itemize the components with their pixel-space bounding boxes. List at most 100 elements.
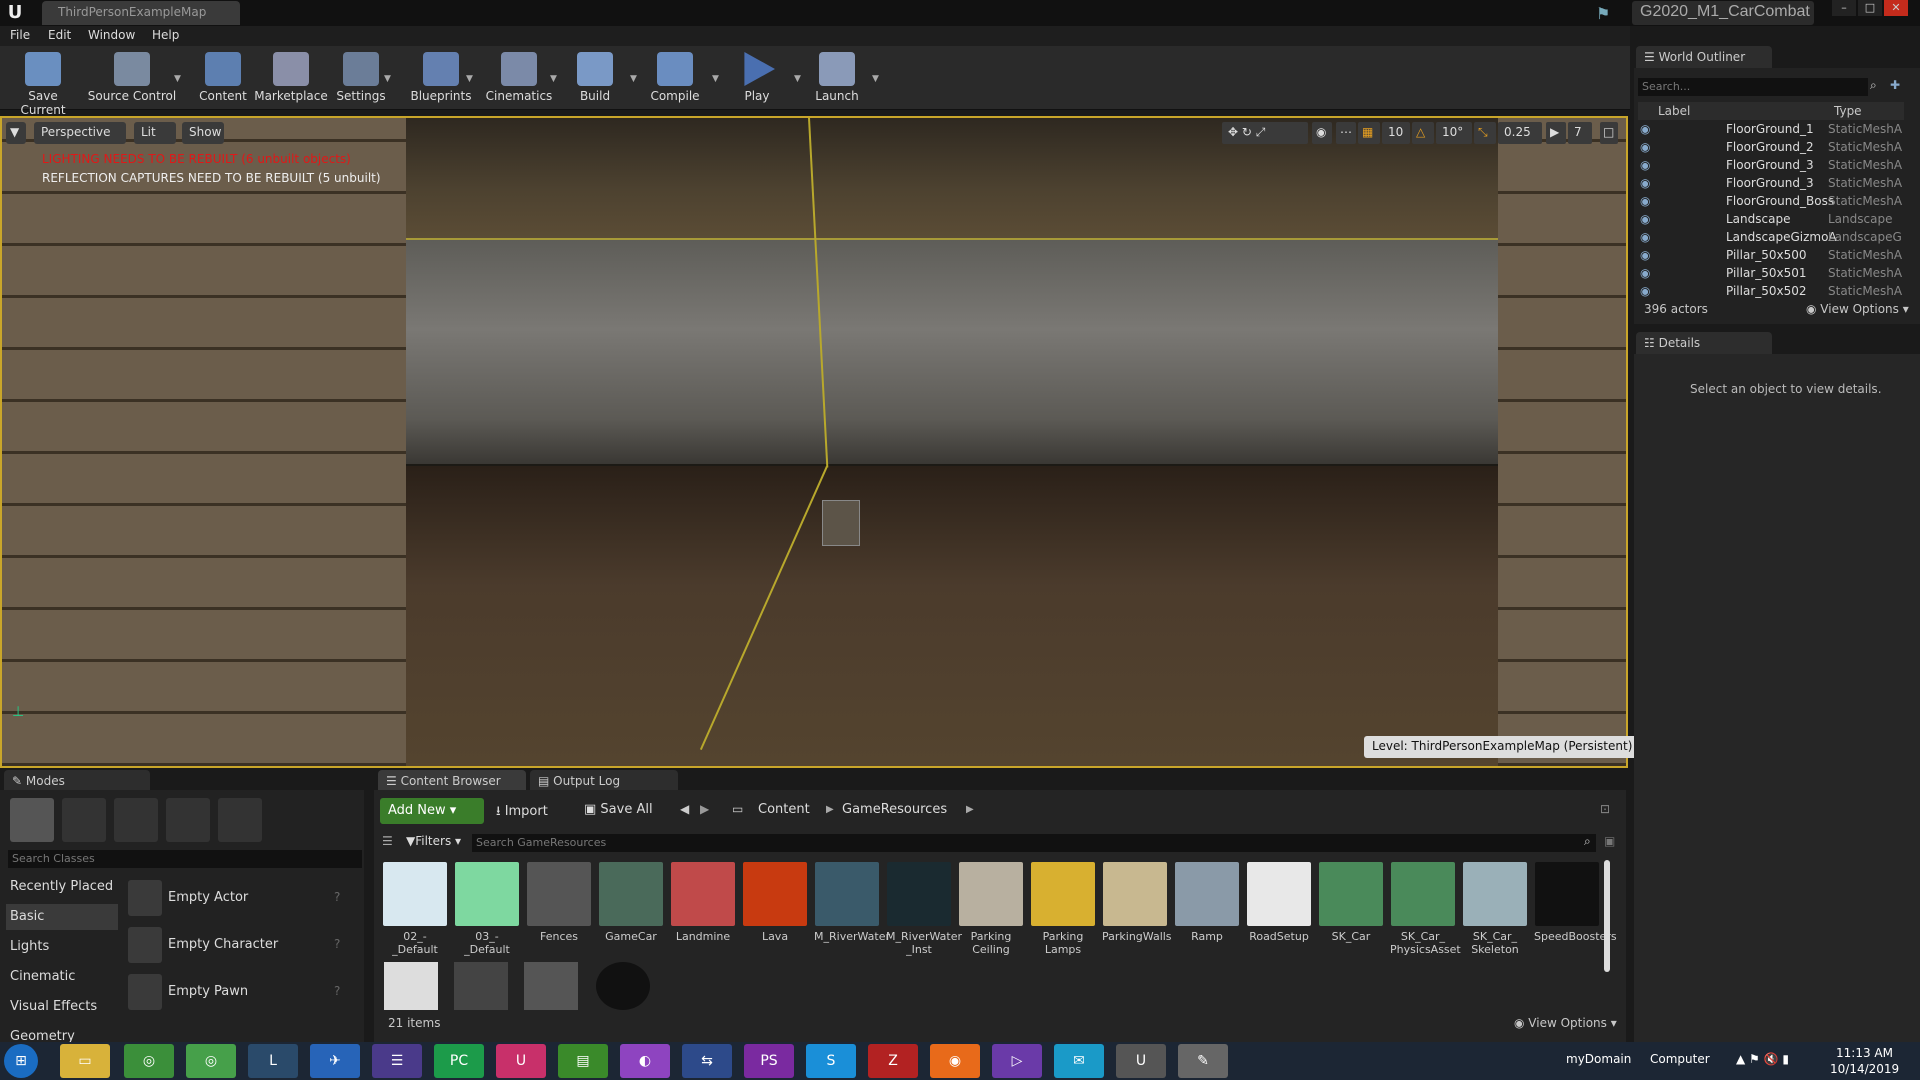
- play-button[interactable]: Play: [730, 46, 784, 110]
- explorer-icon[interactable]: ▭: [60, 1044, 110, 1078]
- add-filter-icon[interactable]: ✚: [1890, 78, 1900, 92]
- asset-tile[interactable]: Ramp: [1174, 862, 1240, 943]
- asset-tile[interactable]: SpeedBoosters: [1534, 862, 1617, 943]
- sources-toggle-icon[interactable]: ☰: [382, 834, 393, 848]
- taskbar-date[interactable]: 10/14/2019: [1830, 1062, 1899, 1076]
- paint-mode-icon[interactable]: [62, 798, 106, 842]
- lock-icon[interactable]: ⊡: [1600, 802, 1610, 816]
- world-icon[interactable]: ◉: [1312, 122, 1332, 144]
- save-all-button[interactable]: ▣ Save All: [584, 802, 653, 817]
- path-content[interactable]: Content: [758, 802, 810, 817]
- asset-tile[interactable]: RoadSetup: [1246, 862, 1312, 943]
- save-current-button[interactable]: Save Current: [4, 46, 82, 117]
- col-type[interactable]: Type: [1834, 104, 1862, 118]
- place-mode-icon[interactable]: [10, 798, 54, 842]
- eye-icon[interactable]: ◉: [1640, 194, 1650, 208]
- app-icon[interactable]: ⇆: [682, 1044, 732, 1078]
- app-icon[interactable]: ✎: [1178, 1044, 1228, 1078]
- asset-tile[interactable]: GameCar: [598, 862, 664, 943]
- tab-world-outliner[interactable]: ☰ World Outliner: [1636, 46, 1772, 68]
- asset-tile[interactable]: SK_Car_ PhysicsAsset: [1390, 862, 1461, 956]
- compile-dropdown[interactable]: ▼: [712, 74, 719, 84]
- outliner-view-options[interactable]: ◉ View Options ▾: [1806, 302, 1909, 316]
- play-dropdown[interactable]: ▼: [794, 74, 801, 84]
- menu-file[interactable]: File: [10, 28, 30, 42]
- cinematics-dropdown[interactable]: ▼: [550, 74, 557, 84]
- asset-tile[interactable]: 03_-_Default: [454, 862, 520, 956]
- compile-button[interactable]: Compile: [644, 46, 706, 110]
- content-button[interactable]: Content: [192, 46, 254, 110]
- search-classes-input[interactable]: Search Classes: [8, 850, 362, 868]
- asset-scrollbar[interactable]: [1604, 860, 1610, 972]
- outliner-row[interactable]: ◉ Pillar_50x500 StaticMeshA: [1640, 248, 1910, 266]
- asset-thumbnail[interactable]: [596, 962, 650, 1010]
- tab-content-browser[interactable]: ☰ Content Browser: [378, 770, 526, 792]
- rotation-snap-icon[interactable]: △: [1412, 122, 1434, 144]
- menu-edit[interactable]: Edit: [48, 28, 71, 42]
- camera-speed-value[interactable]: 7: [1568, 122, 1592, 144]
- asset-tile[interactable]: ParkingWalls: [1102, 862, 1172, 943]
- close-button[interactable]: ✕: [1884, 0, 1908, 16]
- placeable-item[interactable]: Empty Character?: [128, 925, 368, 965]
- start-button[interactable]: ⊞: [4, 1044, 38, 1078]
- tab-modes[interactable]: ✎ Modes: [4, 770, 150, 792]
- app-icon[interactable]: ☰: [372, 1044, 422, 1078]
- mode-category[interactable]: Recently Placed: [6, 874, 118, 900]
- asset-tile[interactable]: Parking Ceiling: [958, 862, 1024, 956]
- cinematics-button[interactable]: Cinematics: [484, 46, 554, 110]
- map-tab[interactable]: ThirdPersonExampleMap: [42, 1, 240, 25]
- outliner-row[interactable]: ◉ FloorGround_2 StaticMeshA: [1640, 140, 1910, 158]
- asset-tile[interactable]: Lava: [742, 862, 808, 943]
- app-icon[interactable]: ◐: [620, 1044, 670, 1078]
- chrome-icon[interactable]: ◎: [186, 1044, 236, 1078]
- tray-icons[interactable]: ▲ ⚑ 🔇 ▮: [1736, 1052, 1789, 1066]
- scale-snap-icon[interactable]: ⤡: [1474, 122, 1496, 144]
- outliner-row[interactable]: ◉ FloorGround_3 StaticMeshA: [1640, 158, 1910, 176]
- camera-speed-icon[interactable]: ▶: [1546, 122, 1566, 144]
- viewport-menu-button[interactable]: ▼: [6, 122, 26, 144]
- asset-tile[interactable]: M_RiverWater _Inst: [886, 862, 962, 956]
- tab-details[interactable]: ☷ Details: [1636, 332, 1772, 354]
- app-icon[interactable]: U: [496, 1044, 546, 1078]
- mode-category[interactable]: Basic: [6, 904, 118, 930]
- outliner-row[interactable]: ◉ FloorGround_1 StaticMeshA: [1640, 122, 1910, 140]
- asset-thumbnail[interactable]: [384, 962, 438, 1010]
- unreal-engine-icon[interactable]: U: [1116, 1044, 1166, 1078]
- eye-icon[interactable]: ◉: [1640, 212, 1650, 226]
- visual-studio-icon[interactable]: ▷: [992, 1044, 1042, 1078]
- maximize-viewport-icon[interactable]: □: [1600, 122, 1618, 144]
- geometry-mode-icon[interactable]: [218, 798, 262, 842]
- outliner-row[interactable]: ◉ FloorGround_Boss StaticMeshA: [1640, 194, 1910, 212]
- path-gameresources[interactable]: GameResources: [842, 802, 947, 817]
- content-search-input[interactable]: Search GameResources: [472, 834, 1596, 852]
- outliner-row[interactable]: ◉ LandscapeGizmoA LandscapeG: [1640, 230, 1910, 248]
- settings-dropdown[interactable]: ▼: [384, 74, 391, 84]
- launch-dropdown[interactable]: ▼: [872, 74, 879, 84]
- app-icon[interactable]: ✈: [310, 1044, 360, 1078]
- pycharm-icon[interactable]: PC: [434, 1044, 484, 1078]
- taskbar-computer[interactable]: Computer: [1650, 1052, 1710, 1066]
- save-search-icon[interactable]: ▣: [1604, 834, 1615, 848]
- menu-help[interactable]: Help: [152, 28, 179, 42]
- perspective-button[interactable]: Perspective: [34, 122, 126, 144]
- app-icon[interactable]: ▤: [558, 1044, 608, 1078]
- asset-tile[interactable]: Fences: [526, 862, 592, 943]
- asset-tile[interactable]: SK_Car: [1318, 862, 1384, 943]
- outliner-row[interactable]: ◉ Pillar_50x502 StaticMeshA: [1640, 284, 1910, 302]
- cb-view-options[interactable]: ◉ View Options ▾: [1514, 1016, 1617, 1030]
- eye-icon[interactable]: ◉: [1640, 266, 1650, 280]
- show-button[interactable]: Show: [182, 122, 224, 144]
- help-icon[interactable]: ?: [334, 890, 340, 904]
- help-icon[interactable]: ?: [334, 984, 340, 998]
- eye-icon[interactable]: ◉: [1640, 122, 1650, 136]
- asset-thumbnail[interactable]: [454, 962, 508, 1010]
- launch-button[interactable]: Launch: [808, 46, 866, 110]
- eye-icon[interactable]: ◉: [1640, 158, 1650, 172]
- mode-category[interactable]: Visual Effects: [6, 994, 118, 1020]
- grid-snap-icon[interactable]: ▦: [1358, 122, 1380, 144]
- asset-thumbnail[interactable]: [524, 962, 578, 1010]
- settings-button[interactable]: Settings: [330, 46, 392, 110]
- outliner-row[interactable]: ◉ Pillar_50x501 StaticMeshA: [1640, 266, 1910, 284]
- mode-category[interactable]: Cinematic: [6, 964, 118, 990]
- surface-snap-icon[interactable]: ⋯: [1336, 122, 1356, 144]
